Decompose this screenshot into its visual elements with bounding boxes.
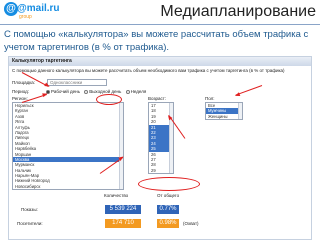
gender-listbox[interactable]: Все Мужчины Женщины	[205, 102, 243, 120]
annotation-ring-week	[96, 94, 122, 105]
count-header: Количество	[104, 193, 129, 198]
at-sign-icon: @	[4, 2, 18, 16]
gender-scrollbar[interactable]	[238, 103, 242, 119]
period-radio-group: Рабочий день Выходной день Неделя	[43, 89, 146, 95]
targeting-calculator-panel: Калькулятор таргетинга С помощью данного…	[8, 56, 312, 240]
views-share: 0.77%	[157, 205, 179, 214]
mailru-logo: @ @mail.ru group	[4, 2, 60, 24]
period-radio-week[interactable]	[125, 89, 130, 94]
share-header: От общего	[157, 193, 180, 198]
placement-select[interactable]: Одноклассники	[47, 79, 107, 86]
age-listbox[interactable]: 17 18 19 20 21 22 23 24 25 26 27 28 29	[148, 102, 174, 174]
slide-title: Медиапланирование	[160, 3, 316, 20]
visitors-count: 174 710	[105, 219, 141, 228]
panel-title: Калькулятор таргетинга	[9, 57, 311, 66]
period-option-week: Неделя	[130, 89, 147, 94]
period-label: Период:	[12, 89, 30, 94]
views-count: 5 539 224	[105, 205, 141, 214]
placement-value: Одноклассники	[50, 80, 83, 85]
region-scrollbar[interactable]	[119, 103, 123, 189]
calculator-intro: С помощью данного калькулятора вы можете…	[12, 68, 285, 73]
placement-label: Площадка:	[12, 80, 36, 85]
annotation-ring-share	[138, 177, 200, 191]
logo-sub: group	[19, 14, 32, 20]
visitors-note: (Охват)	[183, 221, 199, 226]
region-listbox[interactable]: Норильск Курган Азов Ялга Алтуфь Ладога Липецк…	[12, 102, 124, 190]
period-option-workday: Рабочий день	[51, 89, 80, 94]
gender-option[interactable]: Женщины	[206, 114, 242, 119]
visitors-share: 0.98%	[157, 219, 179, 228]
visitors-label: Посетители:	[17, 221, 43, 226]
slide-description: С помощью «калькулятора» вы можете рассч…	[4, 29, 309, 53]
period-radio-weekend[interactable]	[84, 89, 89, 94]
region-option[interactable]: Новосибирск	[13, 184, 123, 189]
title-divider	[0, 24, 320, 25]
views-label: Показы:	[21, 207, 38, 212]
